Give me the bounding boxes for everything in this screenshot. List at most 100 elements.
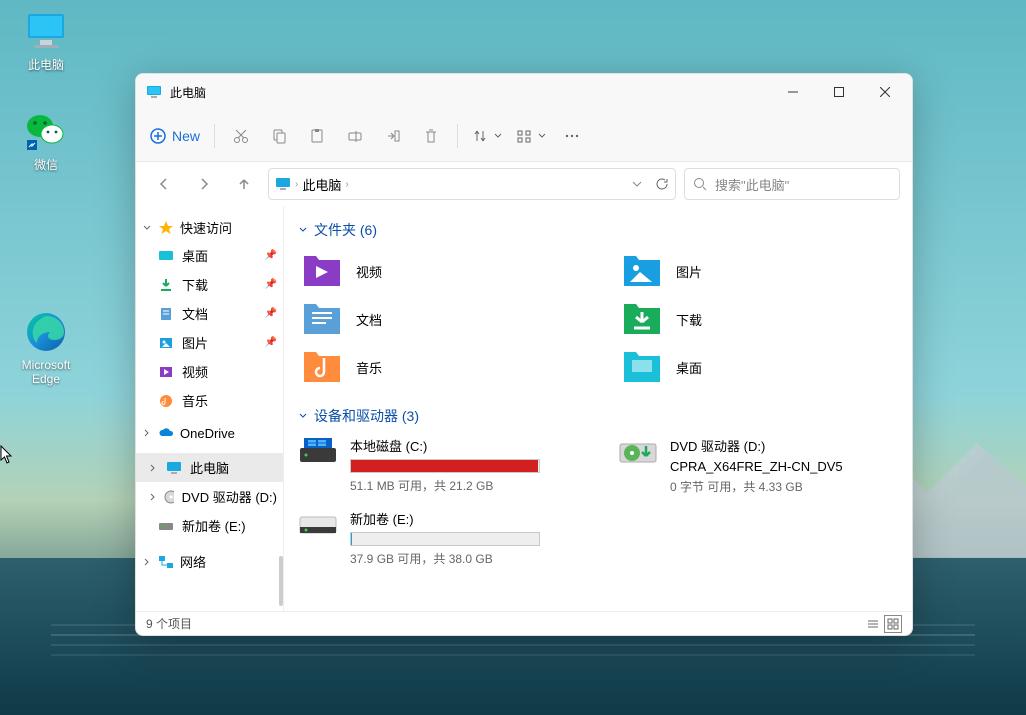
up-button[interactable]: [228, 168, 260, 200]
folder-icon: [622, 254, 662, 288]
separator: [214, 124, 215, 148]
paste-button[interactable]: [299, 118, 335, 154]
copy-icon: [271, 128, 287, 144]
chevron-right-icon: ›: [345, 179, 348, 190]
search-icon: [693, 177, 707, 191]
titlebar[interactable]: 此电脑: [136, 74, 912, 110]
monitor-icon: [24, 8, 68, 52]
star-icon: [158, 220, 174, 236]
drive-icon: [298, 436, 338, 466]
desktop-icon-edge[interactable]: Microsoft Edge: [8, 310, 84, 386]
forward-button[interactable]: [188, 168, 220, 200]
folder-music[interactable]: 音乐: [298, 346, 578, 388]
chevron-down-icon: [298, 411, 308, 421]
folder-icon: [622, 302, 662, 336]
folder-desktop[interactable]: 桌面: [618, 346, 898, 388]
back-button[interactable]: [148, 168, 180, 200]
monitor-icon: [166, 460, 182, 476]
chevron-right-icon: [148, 492, 155, 502]
toolbar: New: [136, 110, 912, 162]
sidebar-item-视频[interactable]: 视频: [136, 357, 283, 386]
network-icon: [158, 554, 174, 570]
refresh-icon[interactable]: [655, 177, 669, 191]
chevron-down-icon: [298, 225, 308, 235]
scrollbar-thumb[interactable]: [279, 556, 283, 606]
share-button[interactable]: [375, 118, 411, 154]
desktop-icon-this-pc[interactable]: 此电脑: [8, 8, 84, 73]
minimize-button[interactable]: [770, 74, 816, 110]
desktop-icon-wechat[interactable]: 微信: [8, 108, 84, 173]
trash-icon: [423, 128, 439, 144]
chevron-down-icon[interactable]: [631, 178, 643, 190]
chevron-down-icon: [494, 132, 502, 140]
drive-item[interactable]: 新加卷 (E:)37.9 GB 可用，共 38.0 GB: [298, 509, 578, 567]
drive-usage-bar: [350, 459, 540, 473]
view-icon: [516, 128, 532, 144]
folder-videos[interactable]: 视频: [298, 250, 578, 292]
section-folders[interactable]: 文件夹 (6): [298, 220, 898, 240]
drive-icon: [158, 518, 174, 534]
sidebar-network[interactable]: 网络: [136, 548, 283, 575]
drive-icon: [618, 436, 658, 466]
maximize-button[interactable]: [816, 74, 862, 110]
pin-icon: 📌: [265, 308, 277, 319]
address-bar[interactable]: › 此电脑 ›: [268, 168, 676, 200]
content-pane: 文件夹 (6) 视频图片文档下载音乐桌面 设备和驱动器 (3) 本地磁盘 (C:…: [284, 206, 912, 611]
folder-documents[interactable]: 文档: [298, 298, 578, 340]
address-row: › 此电脑 › 搜索"此电脑": [136, 162, 912, 206]
sidebar-onedrive[interactable]: OneDrive: [136, 421, 283, 445]
sort-icon: [472, 128, 488, 144]
separator: [457, 124, 458, 148]
monitor-icon: [275, 176, 291, 192]
folder-pictures[interactable]: 图片: [618, 250, 898, 292]
sidebar-item-桌面[interactable]: 桌面📌: [136, 241, 283, 270]
drive-usage-bar: [350, 532, 540, 546]
chevron-down-icon: [142, 223, 152, 233]
view-button[interactable]: [510, 118, 552, 154]
pin-icon: 📌: [265, 279, 277, 290]
search-placeholder: 搜索"此电脑": [715, 175, 789, 194]
folder-downloads[interactable]: 下载: [618, 298, 898, 340]
desktop-icon-label: 微信: [8, 156, 84, 173]
drive-item[interactable]: 本地磁盘 (C:)51.1 MB 可用，共 21.2 GB: [298, 436, 578, 495]
desktop-icon-label: 此电脑: [8, 56, 84, 73]
search-input[interactable]: 搜索"此电脑": [684, 168, 900, 200]
sidebar-item-图片[interactable]: 图片📌: [136, 328, 283, 357]
folder-icon: [302, 350, 342, 384]
rename-button[interactable]: [337, 118, 373, 154]
close-button[interactable]: [862, 74, 908, 110]
monitor-icon: [146, 84, 162, 100]
arrow-left-icon: [156, 176, 172, 192]
sidebar-dvd[interactable]: DVD 驱动器 (D:): [136, 482, 283, 511]
chevron-right-icon: [142, 557, 152, 567]
folder-icon: [302, 254, 342, 288]
section-devices[interactable]: 设备和驱动器 (3): [298, 406, 898, 426]
pin-icon: 📌: [265, 337, 277, 348]
new-label: New: [172, 128, 200, 144]
sidebar-item-音乐[interactable]: 音乐: [136, 386, 283, 415]
copy-button[interactable]: [261, 118, 297, 154]
view-details-button[interactable]: [864, 615, 882, 633]
breadcrumb-item[interactable]: 此电脑: [302, 175, 341, 194]
more-button[interactable]: [554, 118, 590, 154]
delete-button[interactable]: [413, 118, 449, 154]
chevron-right-icon: ›: [295, 179, 298, 190]
sidebar-this-pc[interactable]: 此电脑: [136, 453, 283, 482]
sidebar-quick-access[interactable]: 快速访问: [136, 214, 283, 241]
view-icons-button[interactable]: [884, 615, 902, 633]
window-title: 此电脑: [170, 84, 206, 101]
sidebar-item-文档[interactable]: 文档📌: [136, 299, 283, 328]
sidebar-item-下载[interactable]: 下载📌: [136, 270, 283, 299]
sidebar: 快速访问 桌面📌下载📌文档📌图片📌视频音乐 OneDrive 此电脑 DVD 驱…: [136, 206, 284, 611]
scissors-icon: [233, 128, 249, 144]
cut-button[interactable]: [223, 118, 259, 154]
explorer-window: 此电脑 New › 此电脑 ›: [135, 73, 913, 636]
share-icon: [385, 128, 401, 144]
status-text: 9 个项目: [146, 615, 192, 632]
pin-icon: 📌: [265, 250, 277, 261]
status-bar: 9 个项目: [136, 611, 912, 635]
sort-button[interactable]: [466, 118, 508, 154]
sidebar-newvol[interactable]: 新加卷 (E:): [136, 511, 283, 540]
drive-item[interactable]: DVD 驱动器 (D:)CPRA_X64FRE_ZH-CN_DV50 字节 可用…: [618, 436, 898, 495]
new-button[interactable]: New: [144, 118, 206, 154]
